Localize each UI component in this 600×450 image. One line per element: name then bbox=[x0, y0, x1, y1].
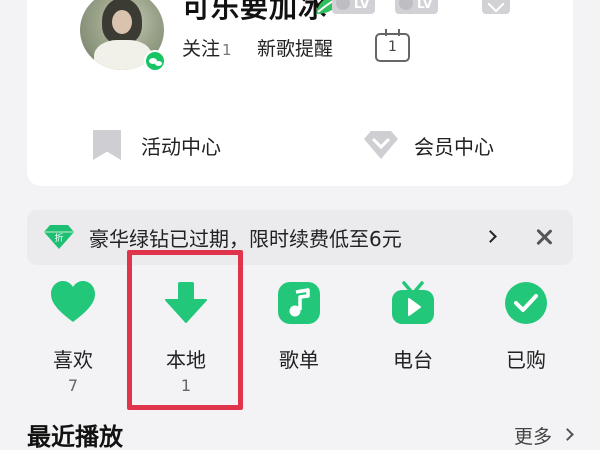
quick-action-playlist[interactable]: 歌单 bbox=[249, 280, 349, 396]
level-badge-flash[interactable]: LV bbox=[332, 0, 376, 14]
quick-action-radio[interactable]: 电台 bbox=[363, 280, 463, 396]
vip-level-icon[interactable] bbox=[482, 0, 510, 14]
quick-action-count bbox=[249, 376, 349, 396]
follow-label: 关注 bbox=[182, 38, 221, 60]
activity-center-link[interactable]: 活动中心 bbox=[93, 128, 221, 162]
level-badge-text: LV bbox=[417, 0, 433, 11]
follow-link[interactable]: 关注 1 bbox=[182, 34, 232, 61]
quick-action-label: 已购 bbox=[506, 348, 546, 372]
flash-icon bbox=[336, 0, 350, 10]
follow-count: 1 bbox=[222, 41, 232, 59]
gem-text: 折 bbox=[54, 232, 63, 244]
chevron-right-icon[interactable] bbox=[561, 428, 574, 441]
check-circle-icon bbox=[505, 282, 547, 324]
activity-center-label: 活动中心 bbox=[141, 134, 221, 159]
promo-banner[interactable]: 折 豪华绿钻已过期，限时续费低至6元 bbox=[27, 210, 573, 265]
vip-center-link[interactable]: 会员中心 bbox=[362, 128, 494, 162]
level-badge-text: LV bbox=[354, 0, 370, 11]
chevron-right-icon bbox=[484, 230, 497, 243]
quick-action-count bbox=[476, 376, 576, 396]
vip-center-label: 会员中心 bbox=[414, 134, 494, 159]
diamond-icon bbox=[364, 131, 398, 159]
music-note-icon bbox=[278, 282, 320, 324]
quick-action-purchased[interactable]: 已购 bbox=[476, 280, 576, 396]
avatar-shirt bbox=[94, 40, 152, 70]
level-badge-music[interactable]: LV bbox=[395, 0, 439, 14]
wechat-icon bbox=[144, 50, 166, 72]
quick-action-count: 7 bbox=[67, 376, 79, 395]
quick-action-label: 电台 bbox=[393, 348, 433, 372]
music-disc-icon bbox=[399, 0, 413, 10]
recent-title: 最近播放 bbox=[27, 423, 123, 450]
close-icon[interactable] bbox=[532, 225, 556, 249]
promo-text: 豪华绿钻已过期，限时续费低至6元 bbox=[89, 227, 402, 251]
more-link[interactable]: 更多 bbox=[514, 422, 552, 449]
radio-tv-icon bbox=[392, 281, 434, 324]
quick-action-count bbox=[363, 376, 463, 396]
avatar-face bbox=[112, 10, 132, 34]
bookmark-icon bbox=[93, 130, 121, 160]
new-song-alert-link[interactable]: 新歌提醒 bbox=[257, 34, 333, 61]
profile-card: 可乐要加冰 LV LV 关注 1 新歌提醒 1 活动中心 会员中心 bbox=[27, 0, 573, 186]
username[interactable]: 可乐要加冰 bbox=[182, 0, 327, 26]
green-diamond-icon: 折 bbox=[44, 225, 74, 249]
heart-icon bbox=[51, 281, 95, 322]
calendar-icon[interactable]: 1 bbox=[375, 29, 410, 62]
quick-action-label: 歌单 bbox=[279, 348, 319, 372]
quick-action-label: 喜欢 bbox=[53, 348, 93, 372]
quick-action-like[interactable]: 喜欢 7 bbox=[23, 280, 123, 396]
highlight-box bbox=[127, 250, 243, 410]
